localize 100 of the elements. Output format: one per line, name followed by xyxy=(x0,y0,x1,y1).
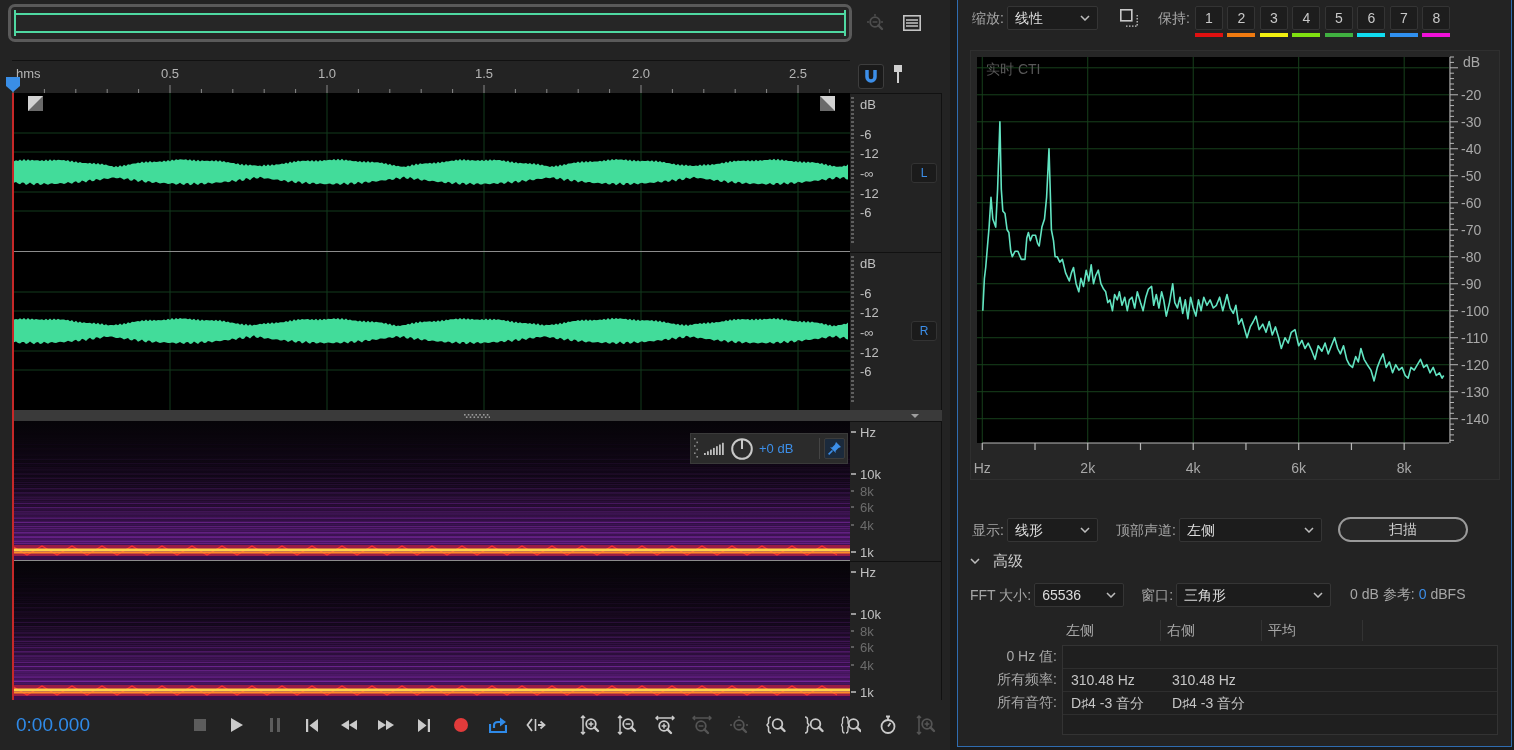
hold-slot-button[interactable]: 4 xyxy=(1292,6,1321,30)
hold-slot-button[interactable]: 8 xyxy=(1422,6,1451,30)
fft-size-dropdown[interactable]: 65536 xyxy=(1034,582,1125,607)
row-label: 所有音符: xyxy=(997,693,1057,712)
hold-slot-button[interactable]: 1 xyxy=(1194,6,1223,30)
fade-handle-icon[interactable] xyxy=(28,96,43,111)
scale-label: Hz xyxy=(860,424,876,440)
loop-icon xyxy=(489,717,508,733)
rewind-icon xyxy=(341,720,358,730)
axis-tick-label: -50 xyxy=(1461,167,1482,184)
hold-slot-button[interactable]: 6 xyxy=(1357,6,1386,30)
axis-title: dB xyxy=(1463,54,1481,70)
hold-slot-button[interactable]: 5 xyxy=(1324,6,1353,30)
scale-label: 6k xyxy=(860,499,874,515)
display-label: 显示: xyxy=(972,520,1004,540)
column-header: 平均 xyxy=(1262,620,1363,641)
chevron-down-icon xyxy=(1079,15,1090,21)
knob-icon[interactable] xyxy=(731,437,753,460)
chevron-down-icon xyxy=(1079,526,1090,533)
zoom-in-icon xyxy=(915,715,936,735)
skip-back-icon xyxy=(305,718,318,732)
scale-label: 1k xyxy=(860,684,874,699)
zoom-out-icon xyxy=(691,715,712,735)
scale-label: -12 xyxy=(860,185,879,201)
scale-label: -6 xyxy=(860,204,872,220)
zoom-out-icon xyxy=(729,715,750,735)
axis-tick-label: -20 xyxy=(1461,86,1482,103)
gain-value: +0 dB xyxy=(759,441,794,456)
skip-forward-icon xyxy=(417,718,430,732)
fast-forward-icon xyxy=(378,720,395,730)
axis-tick-label: -130 xyxy=(1461,383,1490,400)
record-icon xyxy=(454,718,469,732)
axis-tick-label: -120 xyxy=(1461,356,1490,373)
hold-slot-button[interactable]: 3 xyxy=(1259,6,1288,30)
time-label: 0.5 xyxy=(160,66,180,81)
zoom-in-icon xyxy=(579,715,600,735)
magnifier-icon xyxy=(803,715,824,735)
snap-button[interactable] xyxy=(858,64,884,89)
scale-label: -6 xyxy=(860,363,872,378)
axis-tick-label: -60 xyxy=(1461,194,1482,211)
axis-tick-label: -70 xyxy=(1461,221,1482,238)
time-label: 2.5 xyxy=(788,66,808,81)
scale-label: 8k xyxy=(860,483,874,499)
time-display: 0:00.000 xyxy=(16,714,91,736)
scale-label: -6 xyxy=(860,285,872,300)
scale-label: 缩放: xyxy=(972,9,1004,28)
hold-slot-button[interactable]: 2 xyxy=(1227,6,1256,30)
axis-tick-label: -80 xyxy=(1461,248,1482,265)
play-icon xyxy=(231,718,244,732)
scale-label: dB xyxy=(860,255,876,270)
pause-icon xyxy=(269,718,280,732)
channel-button[interactable]: L xyxy=(911,162,937,183)
axis-tick-label: 2k xyxy=(1080,460,1096,476)
row-label: 0 Hz 值: xyxy=(1006,647,1057,666)
grip-icon xyxy=(464,413,490,418)
scale-label: 1k xyxy=(860,544,874,560)
scale-label: 10k xyxy=(860,466,881,482)
grip-icon xyxy=(694,438,698,459)
top-channel-dropdown[interactable]: 左侧 xyxy=(1178,517,1322,542)
axis-tick-label: -140 xyxy=(1461,410,1490,427)
scale-label: 10k xyxy=(860,606,881,621)
chevron-down-icon xyxy=(1106,591,1117,598)
scale-label: Hz xyxy=(860,564,876,579)
axis-tick-label: -110 xyxy=(1461,329,1488,346)
scale-label: dB xyxy=(860,96,876,112)
column-header: 右侧 xyxy=(1161,620,1262,641)
time-label: hms xyxy=(16,66,41,81)
table-cell-text: D♯4 -3 音分 xyxy=(1171,694,1247,713)
scale-label: -∞ xyxy=(860,324,874,339)
advanced-toggle[interactable]: 高级 xyxy=(970,550,1023,572)
scale-label: -12 xyxy=(860,344,879,359)
volume-bars-icon xyxy=(704,442,725,455)
time-label: 1.0 xyxy=(317,66,337,81)
row-label: 所有频率: xyxy=(997,670,1057,689)
scan-button[interactable]: 扫描 xyxy=(1337,517,1468,542)
zoom-in-icon xyxy=(654,715,675,735)
overview-scrollbar[interactable] xyxy=(8,4,852,42)
channel-button[interactable]: R xyxy=(911,321,937,342)
chevron-down-icon xyxy=(1303,526,1314,533)
fade-handle-icon[interactable] xyxy=(820,96,835,111)
display-dropdown[interactable]: 线形 xyxy=(1006,517,1098,542)
stop-icon xyxy=(194,719,206,731)
scale-label: 6k xyxy=(860,639,874,654)
table-cell-text: 310.48 Hz xyxy=(1171,671,1237,690)
pin-icon xyxy=(893,64,903,83)
magnifier-icon xyxy=(766,715,787,735)
window-dropdown[interactable]: 三角形 xyxy=(1176,582,1332,607)
axis-tick-label: 6k xyxy=(1291,460,1307,476)
hold-slot-button[interactable]: 7 xyxy=(1389,6,1418,30)
table-cell-text: 310.48 Hz xyxy=(1070,671,1136,690)
playhead-marker[interactable] xyxy=(6,77,20,92)
hold-label: 保持: xyxy=(1157,9,1190,28)
zoom-out-icon xyxy=(617,715,638,735)
magnifier-icon xyxy=(841,715,862,735)
axis-tick-label: -40 xyxy=(1461,140,1482,157)
chevron-down-icon xyxy=(1313,591,1324,598)
overlay-button[interactable] xyxy=(1118,6,1139,30)
axis-tick-label: -100 xyxy=(1461,302,1490,319)
scale-dropdown[interactable]: 线性 xyxy=(1006,6,1098,30)
column-header: 左侧 xyxy=(1060,620,1161,641)
